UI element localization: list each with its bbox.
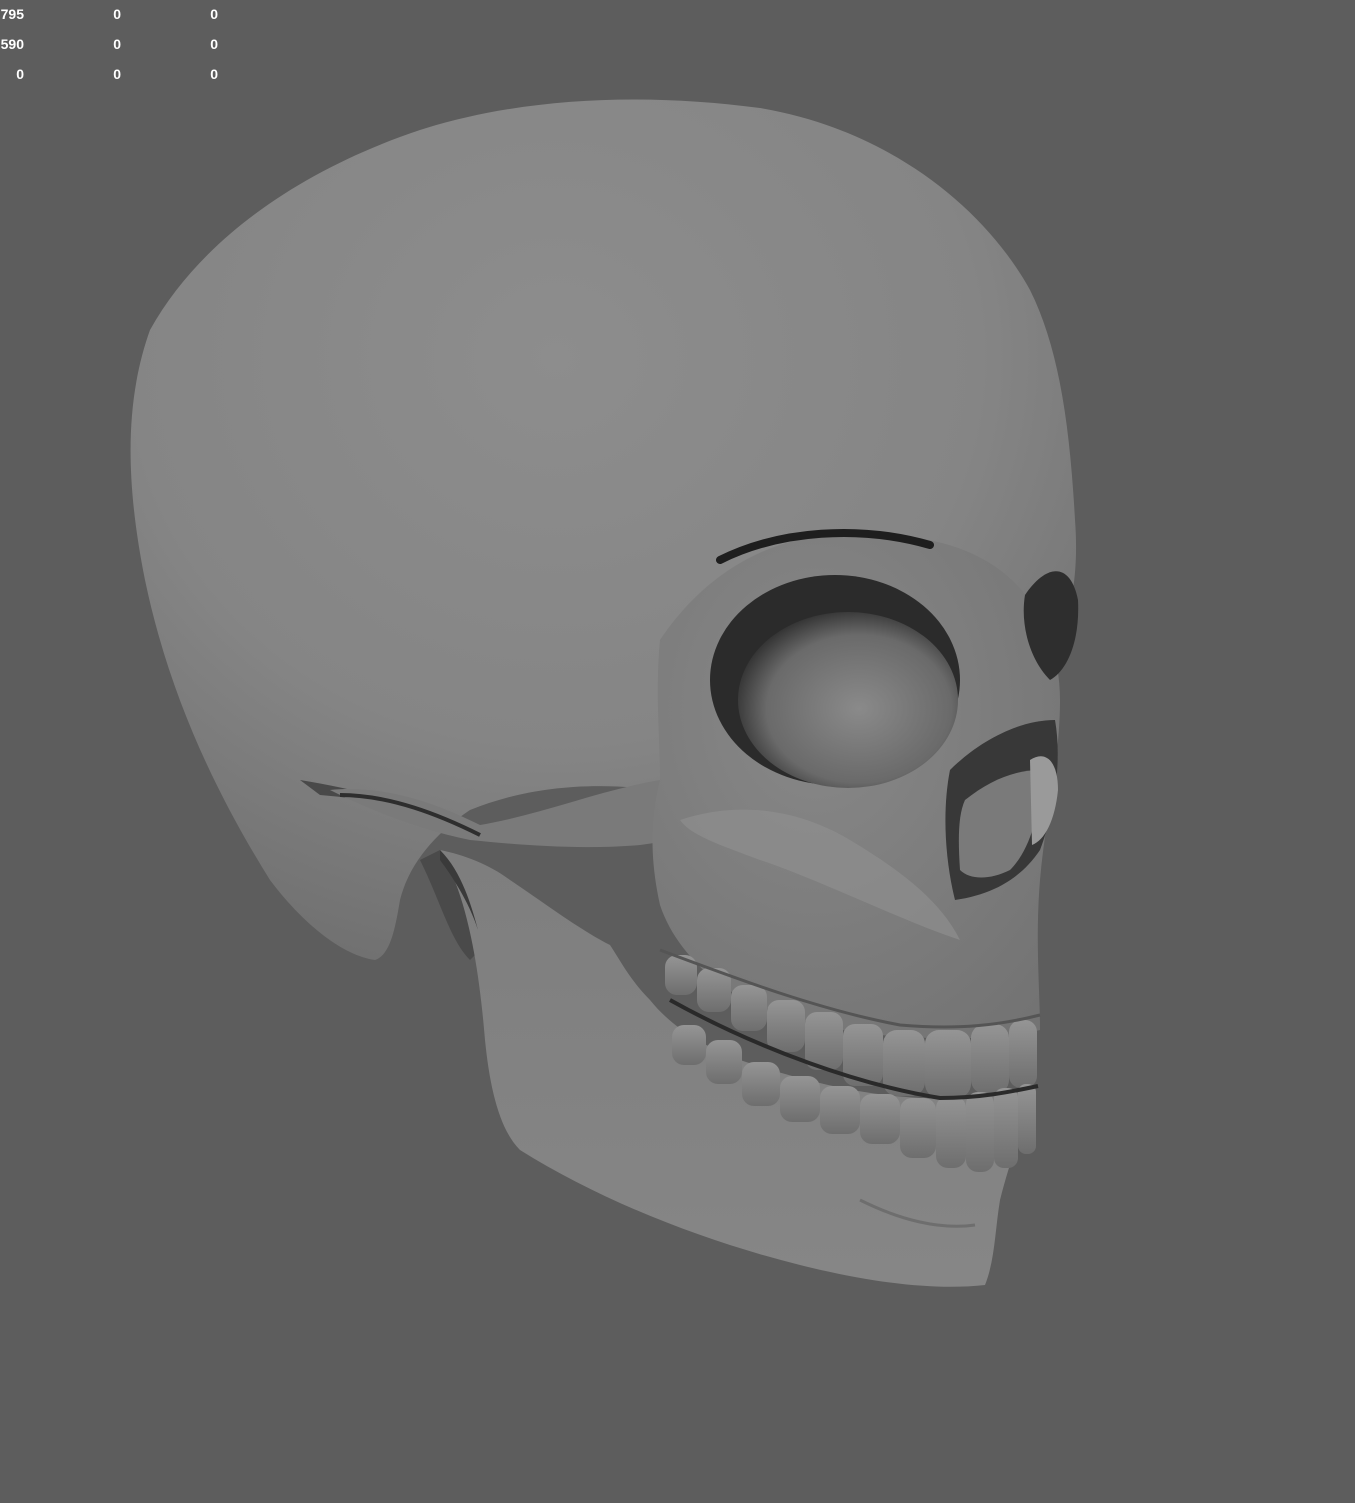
heads-up-display: 795 0 0 590 0 0 0 0 0 bbox=[0, 6, 240, 96]
hud-value: 0 bbox=[113, 36, 121, 52]
hud-value: 795 bbox=[0, 6, 24, 22]
hud-value: 0 bbox=[210, 66, 218, 82]
hud-value: 0 bbox=[113, 66, 121, 82]
eye-socket-left-inner bbox=[738, 612, 958, 788]
hud-value: 590 bbox=[0, 36, 24, 52]
hud-row: 795 0 0 bbox=[0, 6, 240, 36]
hud-row: 0 0 0 bbox=[0, 66, 240, 96]
hud-row: 590 0 0 bbox=[0, 36, 240, 66]
hud-value: 0 bbox=[16, 66, 24, 82]
hud-value: 0 bbox=[210, 36, 218, 52]
hud-value: 0 bbox=[210, 6, 218, 22]
3d-viewport[interactable]: 795 0 0 590 0 0 0 0 0 bbox=[0, 0, 1355, 1503]
skull-model[interactable] bbox=[0, 0, 1355, 1503]
hud-value: 0 bbox=[113, 6, 121, 22]
nasal-right bbox=[1030, 756, 1058, 845]
